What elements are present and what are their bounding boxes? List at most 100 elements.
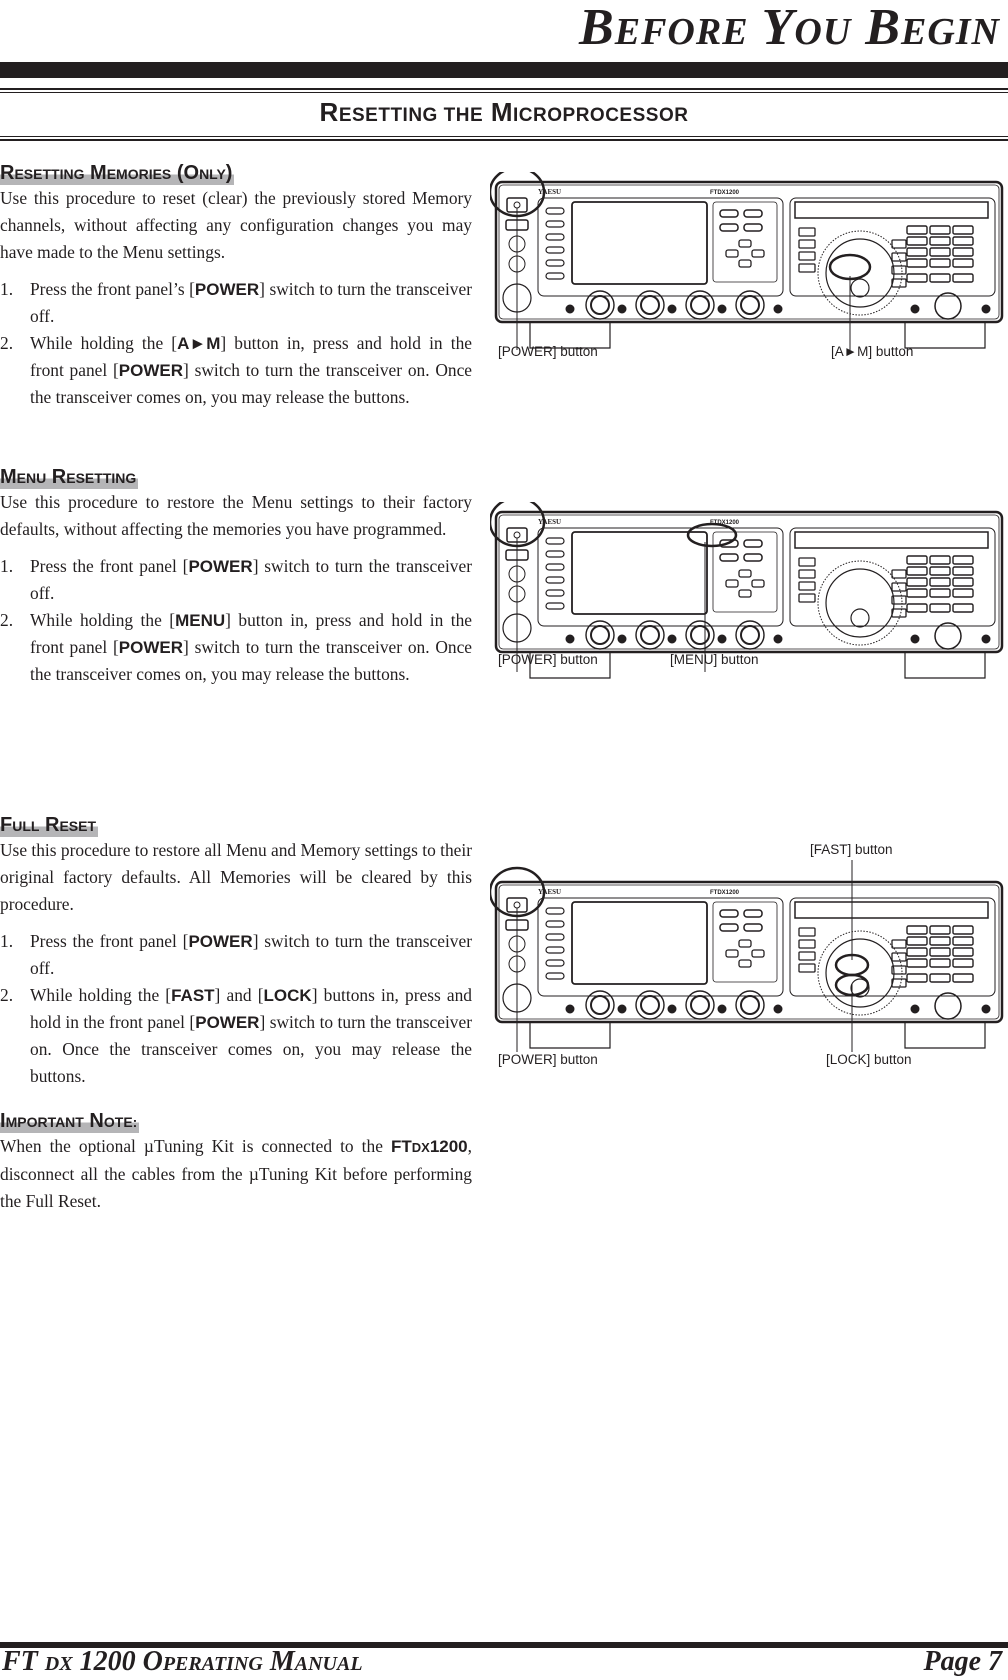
display-side-button: [545, 907, 565, 915]
dial-side-button: [891, 239, 907, 249]
steps-list: 1. Press the front panel [POWER] switch t…: [0, 553, 472, 688]
key-label: POWER: [188, 557, 253, 576]
brand-logo: YAESU: [538, 188, 561, 196]
front-foot-right: [904, 322, 986, 349]
function-button-panel: [712, 201, 778, 283]
small-button: [617, 1004, 627, 1014]
key-label: POWER: [194, 280, 260, 299]
control-knob-cap: [640, 625, 660, 645]
intro-paragraph: Use this procedure to reset (clear) the …: [0, 188, 472, 262]
vfo-button: [798, 557, 816, 567]
display-side-button: [545, 550, 565, 558]
control-knob-cap: [740, 295, 760, 315]
side-knob: [508, 585, 526, 603]
key-label: POWER: [118, 361, 184, 380]
power-button: [506, 197, 528, 213]
step-item: 2. While holding the [MENU] button in, pr…: [0, 610, 473, 684]
section-rule-bottom: [0, 136, 1008, 137]
vfo-button: [798, 239, 816, 249]
vfo-button: [798, 951, 816, 961]
key-label: POWER: [188, 932, 253, 951]
display-side-button: [545, 207, 565, 215]
subheading-full-reset: FULL RESET: [0, 814, 99, 837]
step-item: 2. While holding the [A►M] button in, pre…: [0, 333, 473, 407]
function-button: [743, 923, 763, 932]
function-button: [743, 539, 763, 548]
key-label: FAST: [171, 986, 215, 1005]
front-foot-right: [904, 1022, 986, 1049]
important-note: IMPORTANT NOTE: When the optional µTunin…: [0, 1110, 472, 1215]
subheading-resetting-memories: RESETTING MEMORIES (ONLY): [0, 162, 235, 185]
arrow-right-button: [751, 249, 765, 258]
arrow-right-button: [751, 579, 765, 588]
small-button: [981, 634, 991, 644]
page-number: Page 7: [923, 1646, 1002, 1677]
brand-logo: YAESU: [538, 888, 561, 896]
sub-display: [794, 531, 989, 549]
small-button: [910, 304, 920, 314]
control-knob-cap: [690, 295, 710, 315]
keypad-key: [906, 225, 928, 235]
keypad-key: [906, 958, 928, 968]
side-knob: [508, 235, 526, 253]
arrow-up-button: [738, 569, 752, 578]
key-label: A►M: [177, 334, 221, 353]
small-button: [717, 634, 727, 644]
small-button: [773, 634, 783, 644]
mic-jack: [502, 283, 532, 313]
section-rule-top: [0, 88, 1008, 90]
control-knob-cap: [640, 295, 660, 315]
display-side-button: [545, 946, 565, 954]
small-button: [773, 304, 783, 314]
keypad-key: [929, 925, 951, 935]
finger-dimple: [850, 978, 870, 998]
front-foot-left: [529, 1022, 611, 1049]
power-icon: [513, 531, 521, 539]
display-side-button: [545, 563, 565, 571]
model-label: FTDX1200: [710, 890, 740, 896]
footer-manual-title: FT DX 1200 OPERATING MANUAL: [2, 1646, 363, 1677]
main-dial-ring: [817, 560, 903, 646]
small-button: [981, 304, 991, 314]
control-knob-cap: [590, 295, 610, 315]
small-button: [617, 304, 627, 314]
vfo-button: [798, 581, 816, 591]
control-knob-cap: [590, 625, 610, 645]
dial-side-button: [891, 978, 907, 988]
step-item: 1. Press the front panel [POWER] switch t…: [0, 556, 472, 603]
keypad-key: [952, 566, 974, 576]
display-side-button: [545, 920, 565, 928]
callout-fast-button: [FAST] button: [810, 842, 893, 857]
page-title-text: B: [865, 0, 901, 56]
section-title: RESETTING THE MICROPROCESSOR: [0, 99, 1008, 125]
display-side-button: [545, 272, 565, 280]
arrow-up-button: [738, 239, 752, 248]
display-side-button: [545, 933, 565, 941]
sub-dial: [934, 622, 962, 650]
keypad-key: [929, 588, 951, 598]
vfo-button: [798, 939, 816, 949]
display-side-button: [545, 589, 565, 597]
display-side-button: [545, 972, 565, 980]
section-menu-resetting: MENU RESETTING Use this procedure to res…: [0, 466, 472, 688]
keypad-key: [906, 588, 928, 598]
key-label: POWER: [195, 1013, 260, 1032]
keypad-key: [906, 936, 928, 946]
function-button: [743, 223, 763, 232]
function-button-panel: [712, 901, 778, 983]
step-item: 1. Press the front panel [POWER] switch t…: [0, 931, 472, 978]
key-label: MENU: [175, 611, 226, 630]
function-button: [719, 923, 739, 932]
arrow-left-button: [725, 249, 739, 258]
radio-body: YAESU FTDX1200: [494, 880, 1004, 1049]
arrow-left-button: [725, 579, 739, 588]
keypad-key: [929, 236, 951, 246]
chassis-inner: [498, 884, 1000, 1020]
model-label: FTDX1200: [710, 190, 740, 196]
dial-side-button: [891, 278, 907, 288]
sub-dial: [934, 292, 962, 320]
function-button: [719, 553, 739, 562]
power-button: [506, 897, 528, 913]
section-title-text: ICROPROCESSOR: [513, 105, 689, 126]
phones-jack: [505, 549, 529, 561]
